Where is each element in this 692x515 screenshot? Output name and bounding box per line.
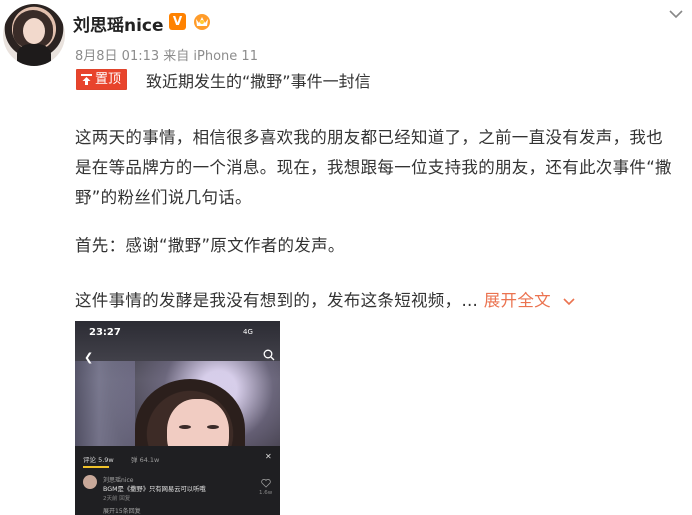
- commenter-name: 刘思瑶nice: [103, 477, 134, 484]
- comment-text: BGM是《撒野》只有网易云可以听哦: [103, 486, 206, 493]
- chevron-down-icon: [562, 297, 575, 305]
- video-comment-panel: 评论 5.9w 弹 64.1w ✕ 刘思瑶nice BGM是《撒野》只有网易云可…: [75, 446, 280, 515]
- crown-icon: [194, 14, 210, 30]
- post-body-paragraph-1: 这两天的事情，相信很多喜欢我的朋友都已经知道了，之前一直没有发声，我也 是在等品…: [75, 123, 675, 213]
- post-body-paragraph-2: 首先：感谢“撒野”原文作者的发声。: [75, 236, 345, 255]
- user-avatar[interactable]: [3, 4, 65, 66]
- avatar: [83, 475, 97, 489]
- post-title: 致近期发生的“撒野”事件一封信: [146, 72, 371, 91]
- text-line: 这件事情的发酵是我没有想到的，发布这条短视频，…: [75, 291, 479, 310]
- text-line: 这两天的事情，相信很多喜欢我的朋友都已经知道了，之前一直没有发声，我也: [75, 128, 663, 147]
- verified-icon: V: [169, 13, 186, 30]
- expand-full-text-link[interactable]: 展开全文: [484, 291, 575, 310]
- video-danmu-count: 弹 64.1w: [131, 456, 160, 464]
- search-icon: [263, 349, 275, 361]
- comment-likes: 1.6w: [259, 490, 273, 496]
- post-body-paragraph-3: 这件事情的发酵是我没有想到的，发布这条短视频，… 展开全文: [75, 286, 675, 316]
- comment-meta: 2天前 回复: [103, 496, 131, 502]
- pin-label: 置顶: [95, 72, 122, 87]
- close-icon: ✕: [265, 452, 272, 461]
- username[interactable]: 刘思瑶nice: [73, 11, 164, 36]
- video-signal: 4G: [243, 328, 253, 336]
- pin-badge: 置顶: [76, 69, 128, 90]
- text-line: 野”的粉丝们说几句话。: [75, 188, 252, 207]
- post-meta: 8月8日 01:13 来自 iPhone 11: [75, 49, 258, 64]
- chevron-down-icon[interactable]: [669, 9, 683, 19]
- heart-icon: [261, 479, 271, 488]
- text-line: 是在等品牌方的一个消息。现在，我想跟每一位支持我的朋友，还有此次事件“撒: [75, 158, 672, 177]
- video-status-time: 23:27: [89, 327, 121, 338]
- video-comment-count: 评论 5.9w: [83, 456, 114, 464]
- reply-hint: 展开15条回复: [103, 508, 141, 515]
- pin-icon: [81, 74, 92, 85]
- back-icon: ❮: [84, 351, 94, 364]
- expand-label: 展开全文: [483, 291, 551, 310]
- video-thumbnail[interactable]: 23:27 4G ❮ 评论 5.9w 弹 64.1w ✕ 刘思瑶nice BGM…: [75, 321, 280, 515]
